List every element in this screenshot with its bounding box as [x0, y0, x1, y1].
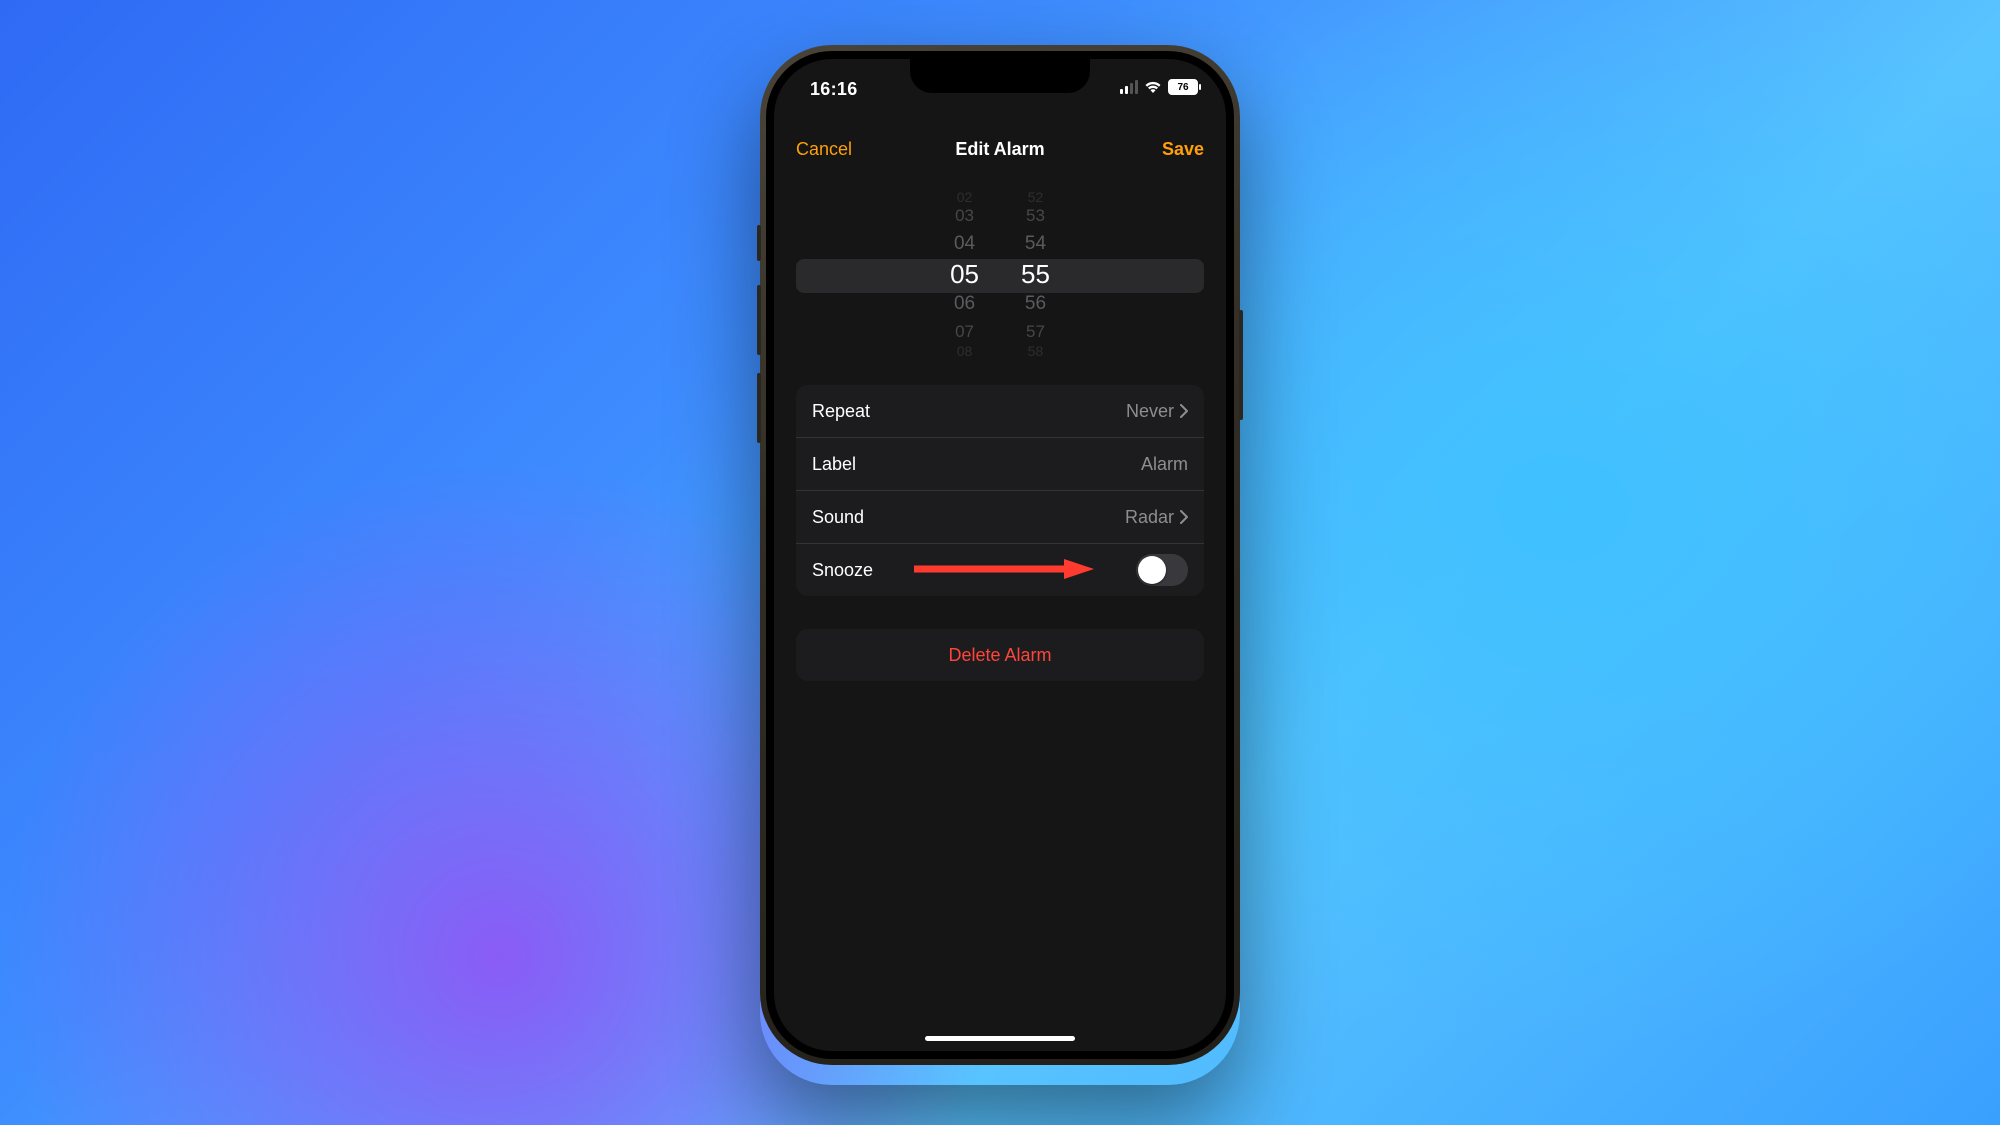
label-value: Alarm	[1141, 454, 1188, 475]
page-title: Edit Alarm	[955, 139, 1044, 160]
minute-picker[interactable]: 52 53 54 55 56 57 58	[1021, 189, 1050, 359]
label-label: Label	[812, 454, 856, 475]
wifi-icon	[1144, 80, 1162, 94]
chevron-right-icon	[1180, 510, 1188, 524]
repeat-row[interactable]: Repeat Never	[796, 385, 1204, 437]
battery-level: 76	[1177, 82, 1188, 93]
time-picker[interactable]: 02 03 04 05 06 07 08 52 53 54 55 56	[796, 189, 1204, 359]
hour-selected: 05	[950, 257, 979, 291]
snooze-label: Snooze	[812, 560, 873, 581]
mute-switch	[757, 225, 761, 261]
status-right: 76	[1120, 79, 1198, 95]
snooze-toggle[interactable]	[1136, 554, 1188, 586]
notch	[910, 59, 1090, 93]
delete-alarm-row[interactable]: Delete Alarm	[796, 629, 1204, 681]
home-indicator[interactable]	[925, 1036, 1075, 1041]
sound-row[interactable]: Sound Radar	[796, 490, 1204, 543]
repeat-value: Never	[1126, 401, 1174, 422]
cellular-icon	[1120, 80, 1138, 94]
settings-list: Repeat Never Label Alarm Sound Radar	[796, 385, 1204, 596]
cancel-button[interactable]: Cancel	[796, 139, 852, 160]
phone-screen: 16:16 76	[774, 59, 1226, 1051]
label-row[interactable]: Label Alarm	[796, 437, 1204, 490]
side-button	[1239, 310, 1243, 420]
status-time: 16:16	[810, 79, 858, 100]
sound-value: Radar	[1125, 507, 1174, 528]
delete-alarm-button[interactable]: Delete Alarm	[948, 645, 1051, 666]
battery-icon: 76	[1168, 79, 1198, 95]
minute-selected: 55	[1021, 257, 1050, 291]
nav-bar: Cancel Edit Alarm Save	[774, 125, 1226, 173]
chevron-right-icon	[1180, 404, 1188, 418]
volume-down-button	[757, 373, 761, 443]
save-button[interactable]: Save	[1162, 139, 1204, 160]
volume-up-button	[757, 285, 761, 355]
phone-frame: 16:16 76	[760, 45, 1240, 1065]
snooze-row: Snooze	[796, 543, 1204, 596]
toggle-knob	[1138, 556, 1166, 584]
hour-picker[interactable]: 02 03 04 05 06 07 08	[950, 189, 979, 359]
repeat-label: Repeat	[812, 401, 870, 422]
sound-label: Sound	[812, 507, 864, 528]
